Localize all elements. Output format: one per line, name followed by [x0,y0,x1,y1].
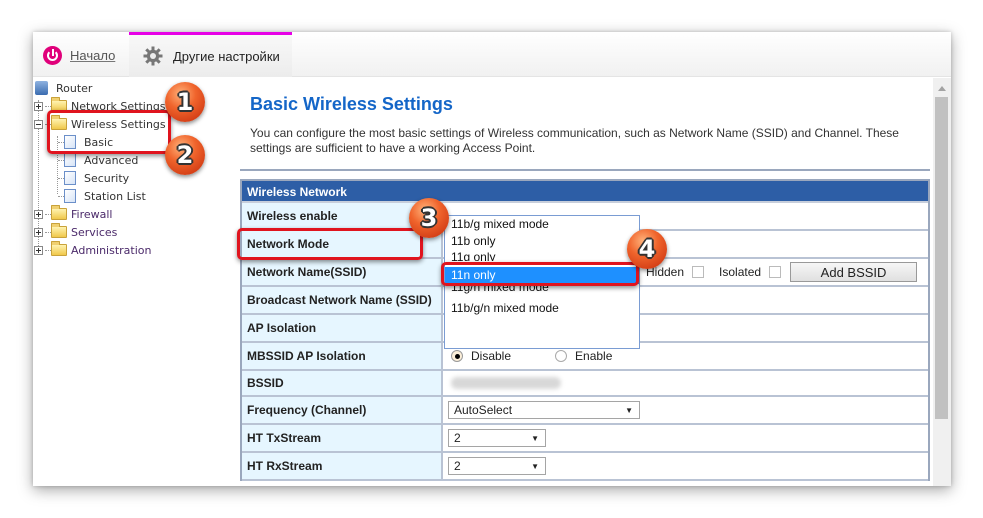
add-bssid-button[interactable]: Add BSSID [790,262,918,282]
step-badge-4: 4 [627,229,667,269]
router-icon [35,81,48,95]
step-badge-2: 2 [165,135,205,175]
row-label: HT TxStream [242,425,443,451]
mbssid-disable-radio[interactable] [451,350,463,362]
ht-txstream-select[interactable]: 2 ▼ [448,429,546,447]
collapse-icon[interactable] [34,119,43,129]
ht-rxstream-select[interactable]: 2 ▼ [448,457,546,475]
expand-icon[interactable] [34,209,43,219]
row-bssid: BSSID [242,371,928,397]
page-icon [64,171,76,185]
page-description: You can configure the most basic setting… [250,126,899,155]
dropdown-option[interactable]: 11g only [445,249,639,261]
row-label: HT RxStream [242,453,443,479]
tree-item-services[interactable]: Services [34,223,117,241]
step-badge-1: 1 [165,82,205,122]
tree-label: Administration [71,243,152,257]
isolated-label: Isolated [719,265,762,279]
tree-label: Advanced [84,153,139,167]
dropdown-option[interactable]: 11b only [445,233,639,250]
gear-icon [143,46,163,66]
tree-item-administration[interactable]: Administration [34,241,152,259]
expand-icon[interactable] [34,245,43,255]
frequency-select[interactable]: AutoSelect ▼ [448,401,640,419]
home-link[interactable]: Начало [43,44,115,66]
row-label: MBSSID AP Isolation [242,343,443,369]
top-nav-bar: Начало Другие настройки [33,32,951,77]
select-value: 2 [454,431,461,445]
page-icon [64,153,76,167]
tree-label: Router [56,81,93,95]
home-label[interactable]: Начало [70,48,115,63]
folder-icon [51,205,67,220]
hidden-checkbox[interactable] [692,266,705,278]
dropdown-arrow-icon: ▼ [531,461,539,471]
step-badge-3: 3 [409,198,449,238]
expand-icon[interactable] [34,101,43,111]
tree-label: Station List [84,189,146,203]
highlight-11n-only [441,262,639,286]
dropdown-option[interactable]: 11b/g/n mixed mode [445,300,639,317]
dropdown-arrow-icon: ▼ [531,433,539,443]
row-label: Network Name(SSID) [242,259,443,285]
router-admin-window: Начало Другие настройки Router Network S… [33,32,951,486]
radio-label: Disable [471,349,512,363]
row-label: AP Isolation [242,315,443,341]
tree-item-station-list[interactable]: Station List [58,187,146,205]
highlight-network-mode [237,228,423,260]
row-label: Broadcast Network Name (SSID) [242,287,443,313]
tree-label: Services [71,225,118,239]
select-value: 2 [454,459,461,473]
scroll-thumb[interactable] [935,97,948,419]
highlight-wireless-basic [47,110,171,154]
row-label: Frequency (Channel) [242,397,443,423]
dropdown-arrow-icon: ▼ [625,405,633,415]
dropdown-option[interactable]: 11b/g mixed mode [445,216,639,233]
mbssid-enable-radio[interactable] [555,350,568,362]
power-icon [43,45,62,65]
select-value: AutoSelect [454,403,513,417]
row-ht-rxstream: HT RxStream 2 ▼ [242,453,928,481]
tab-other-settings[interactable]: Другие настройки [129,32,292,77]
bssid-value-redacted [451,377,561,389]
row-label: BSSID [242,371,443,395]
tree-item-firewall[interactable]: Firewall [34,205,112,223]
row-frequency: Frequency (Channel) AutoSelect ▼ [242,397,928,425]
tree-item-security[interactable]: Security [58,169,129,187]
row-ht-txstream: HT TxStream 2 ▼ [242,425,928,453]
tab-label: Другие настройки [173,48,280,64]
scroll-up-arrow-icon[interactable] [938,86,946,91]
tree-root-router[interactable]: Router [35,79,92,97]
tree-label: Firewall [71,207,113,221]
section-header: Wireless Network [242,181,928,203]
folder-icon [51,241,67,256]
page-title: Basic Wireless Settings [250,94,453,114]
vertical-scrollbar[interactable] [933,78,951,486]
isolated-checkbox[interactable] [769,266,782,278]
radio-label: Enable [575,349,613,363]
folder-icon [51,223,67,238]
expand-icon[interactable] [34,227,43,237]
tree-label: Security [84,171,130,185]
page-icon [64,189,76,203]
divider [240,169,930,171]
